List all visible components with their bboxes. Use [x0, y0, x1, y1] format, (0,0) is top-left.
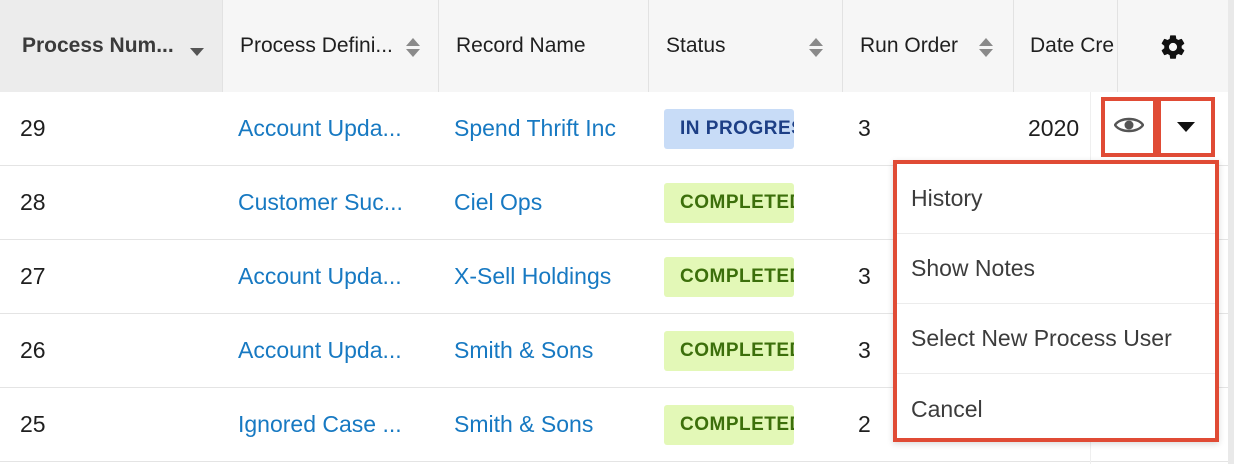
date-created-cell: 2020	[1028, 115, 1080, 141]
status-badge: COMPLETED	[664, 330, 794, 371]
column-label: Process Defini...	[240, 34, 393, 57]
menu-item-select-new-process-user[interactable]: Select New Process User	[897, 304, 1215, 374]
menu-item-cancel[interactable]: Cancel	[897, 374, 1215, 444]
record-name-link[interactable]: X-Sell Holdings	[454, 240, 611, 313]
column-header-record-name[interactable]: Record Name	[439, 0, 649, 92]
status-badge: IN PROGRESS	[664, 108, 794, 149]
record-name-link[interactable]: Smith & Sons	[454, 314, 593, 387]
process-list-view: Process Num... Process Defini... Record …	[0, 0, 1234, 464]
status-cell: COMPLETED	[664, 388, 794, 461]
column-label: Status	[666, 34, 726, 57]
record-name-link[interactable]: Spend Thrift Inc	[454, 92, 616, 165]
column-header-date-created[interactable]: Date Cre	[1014, 0, 1118, 92]
process-number-cell: 26	[20, 337, 46, 363]
column-header-status[interactable]: Status	[649, 0, 843, 92]
column-label: Process Num...	[22, 34, 174, 57]
eye-icon	[1113, 115, 1145, 140]
column-label: Run Order	[860, 34, 959, 57]
process-number-cell: 28	[20, 189, 46, 215]
sort-icon	[809, 38, 823, 57]
gear-icon[interactable]	[1159, 33, 1187, 66]
column-label: Record Name	[456, 34, 586, 57]
sort-icon	[406, 38, 420, 57]
column-header-process-definition[interactable]: Process Defini...	[223, 0, 439, 92]
menu-item-show-notes[interactable]: Show Notes	[897, 234, 1215, 304]
table-row[interactable]: 29 Account Upda... Spend Thrift Inc IN P…	[0, 92, 1234, 166]
row-actions-dropdown-button[interactable]	[1157, 97, 1215, 157]
run-order-cell: 2	[858, 411, 871, 437]
process-definition-link[interactable]: Account Upda...	[238, 314, 402, 387]
sort-descending-icon	[190, 48, 204, 56]
record-name-link[interactable]: Smith & Sons	[454, 388, 593, 461]
status-cell: COMPLETED	[664, 314, 794, 387]
list-header: Process Num... Process Defini... Record …	[0, 0, 1234, 93]
status-badge: COMPLETED	[664, 182, 794, 223]
column-header-run-order[interactable]: Run Order	[843, 0, 1014, 92]
menu-item-history[interactable]: History	[897, 164, 1215, 234]
status-cell: COMPLETED	[664, 166, 794, 239]
run-order-cell: 3	[858, 263, 871, 289]
column-header-process-number[interactable]: Process Num...	[0, 0, 223, 92]
status-badge: COMPLETED	[664, 256, 794, 297]
status-cell: IN PROGRESS	[664, 92, 794, 165]
process-definition-link[interactable]: Ignored Case ...	[238, 388, 402, 461]
process-number-cell: 29	[20, 115, 46, 141]
status-cell: COMPLETED	[664, 240, 794, 313]
sort-icon	[979, 38, 993, 57]
process-definition-link[interactable]: Customer Suc...	[238, 166, 403, 239]
scrollbar-track[interactable]	[1228, 0, 1234, 464]
process-definition-link[interactable]: Account Upda...	[238, 92, 402, 165]
run-order-cell: 3	[858, 115, 871, 141]
caret-down-icon	[1177, 122, 1195, 132]
record-name-link[interactable]: Ciel Ops	[454, 166, 542, 239]
process-definition-link[interactable]: Account Upda...	[238, 240, 402, 313]
column-label: Date Cre	[1030, 34, 1115, 57]
run-order-cell: 3	[858, 337, 871, 363]
process-number-cell: 25	[20, 411, 46, 437]
preview-button[interactable]	[1101, 97, 1157, 157]
process-number-cell: 27	[20, 263, 46, 289]
status-badge: COMPLETED	[664, 404, 794, 445]
row-actions-menu: History Show Notes Select New Process Us…	[893, 160, 1219, 442]
